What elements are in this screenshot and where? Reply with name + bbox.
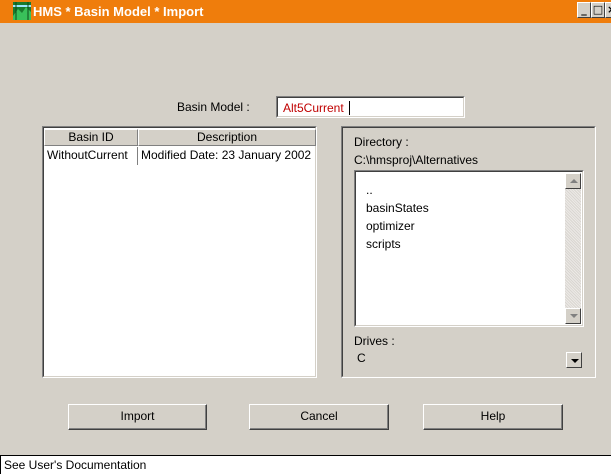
window-title: HMS * Basin Model * Import <box>33 4 204 19</box>
scroll-up-button[interactable] <box>565 173 581 189</box>
column-header-basin-id[interactable]: Basin ID <box>44 129 138 146</box>
basin-model-value: Alt5Current <box>283 101 344 115</box>
cancel-button[interactable]: Cancel <box>249 404 389 430</box>
basin-model-label: Basin Model : <box>177 100 250 114</box>
drives-label: Drives : <box>354 334 395 348</box>
arrow-down-icon <box>570 314 578 318</box>
scroll-down-button[interactable] <box>565 308 581 324</box>
basin-table[interactable]: Basin ID Description WithoutCurrent Modi… <box>42 126 317 378</box>
directory-list[interactable]: .. basinStates optimizer scripts <box>354 170 584 327</box>
text-cursor <box>349 101 350 115</box>
directory-path: C:\hmsproj\Alternatives <box>354 153 479 167</box>
chevron-down-icon <box>571 359 579 363</box>
close-button[interactable]: × <box>605 2 611 18</box>
list-item[interactable]: optimizer <box>366 218 415 234</box>
list-item[interactable]: .. <box>366 182 373 198</box>
drive-value: C <box>357 351 366 365</box>
minimize-button[interactable]: _ <box>577 2 591 18</box>
list-item[interactable]: scripts <box>366 236 401 252</box>
basin-model-input[interactable]: Alt5Current <box>276 96 465 118</box>
hms-app-icon <box>13 2 31 20</box>
column-header-description[interactable]: Description <box>138 129 316 146</box>
status-bar: See User's Documentation <box>0 455 611 474</box>
directory-label: Directory : <box>354 135 409 149</box>
status-text: See User's Documentation <box>4 458 147 472</box>
description-cell: Modified Date: 23 January 2002 <box>141 148 312 162</box>
help-button[interactable]: Help <box>423 404 563 430</box>
import-button[interactable]: Import <box>68 404 207 430</box>
title-bar[interactable]: HMS * Basin Model * Import _ □ × <box>0 0 611 23</box>
drive-dropdown-button[interactable] <box>566 352 582 368</box>
list-item[interactable]: basinStates <box>366 200 429 216</box>
basin-id-cell: WithoutCurrent <box>47 148 128 162</box>
maximize-button[interactable]: □ <box>591 2 605 18</box>
arrow-up-icon <box>570 179 578 183</box>
column-divider <box>137 147 138 165</box>
vertical-scrollbar[interactable] <box>565 173 581 324</box>
